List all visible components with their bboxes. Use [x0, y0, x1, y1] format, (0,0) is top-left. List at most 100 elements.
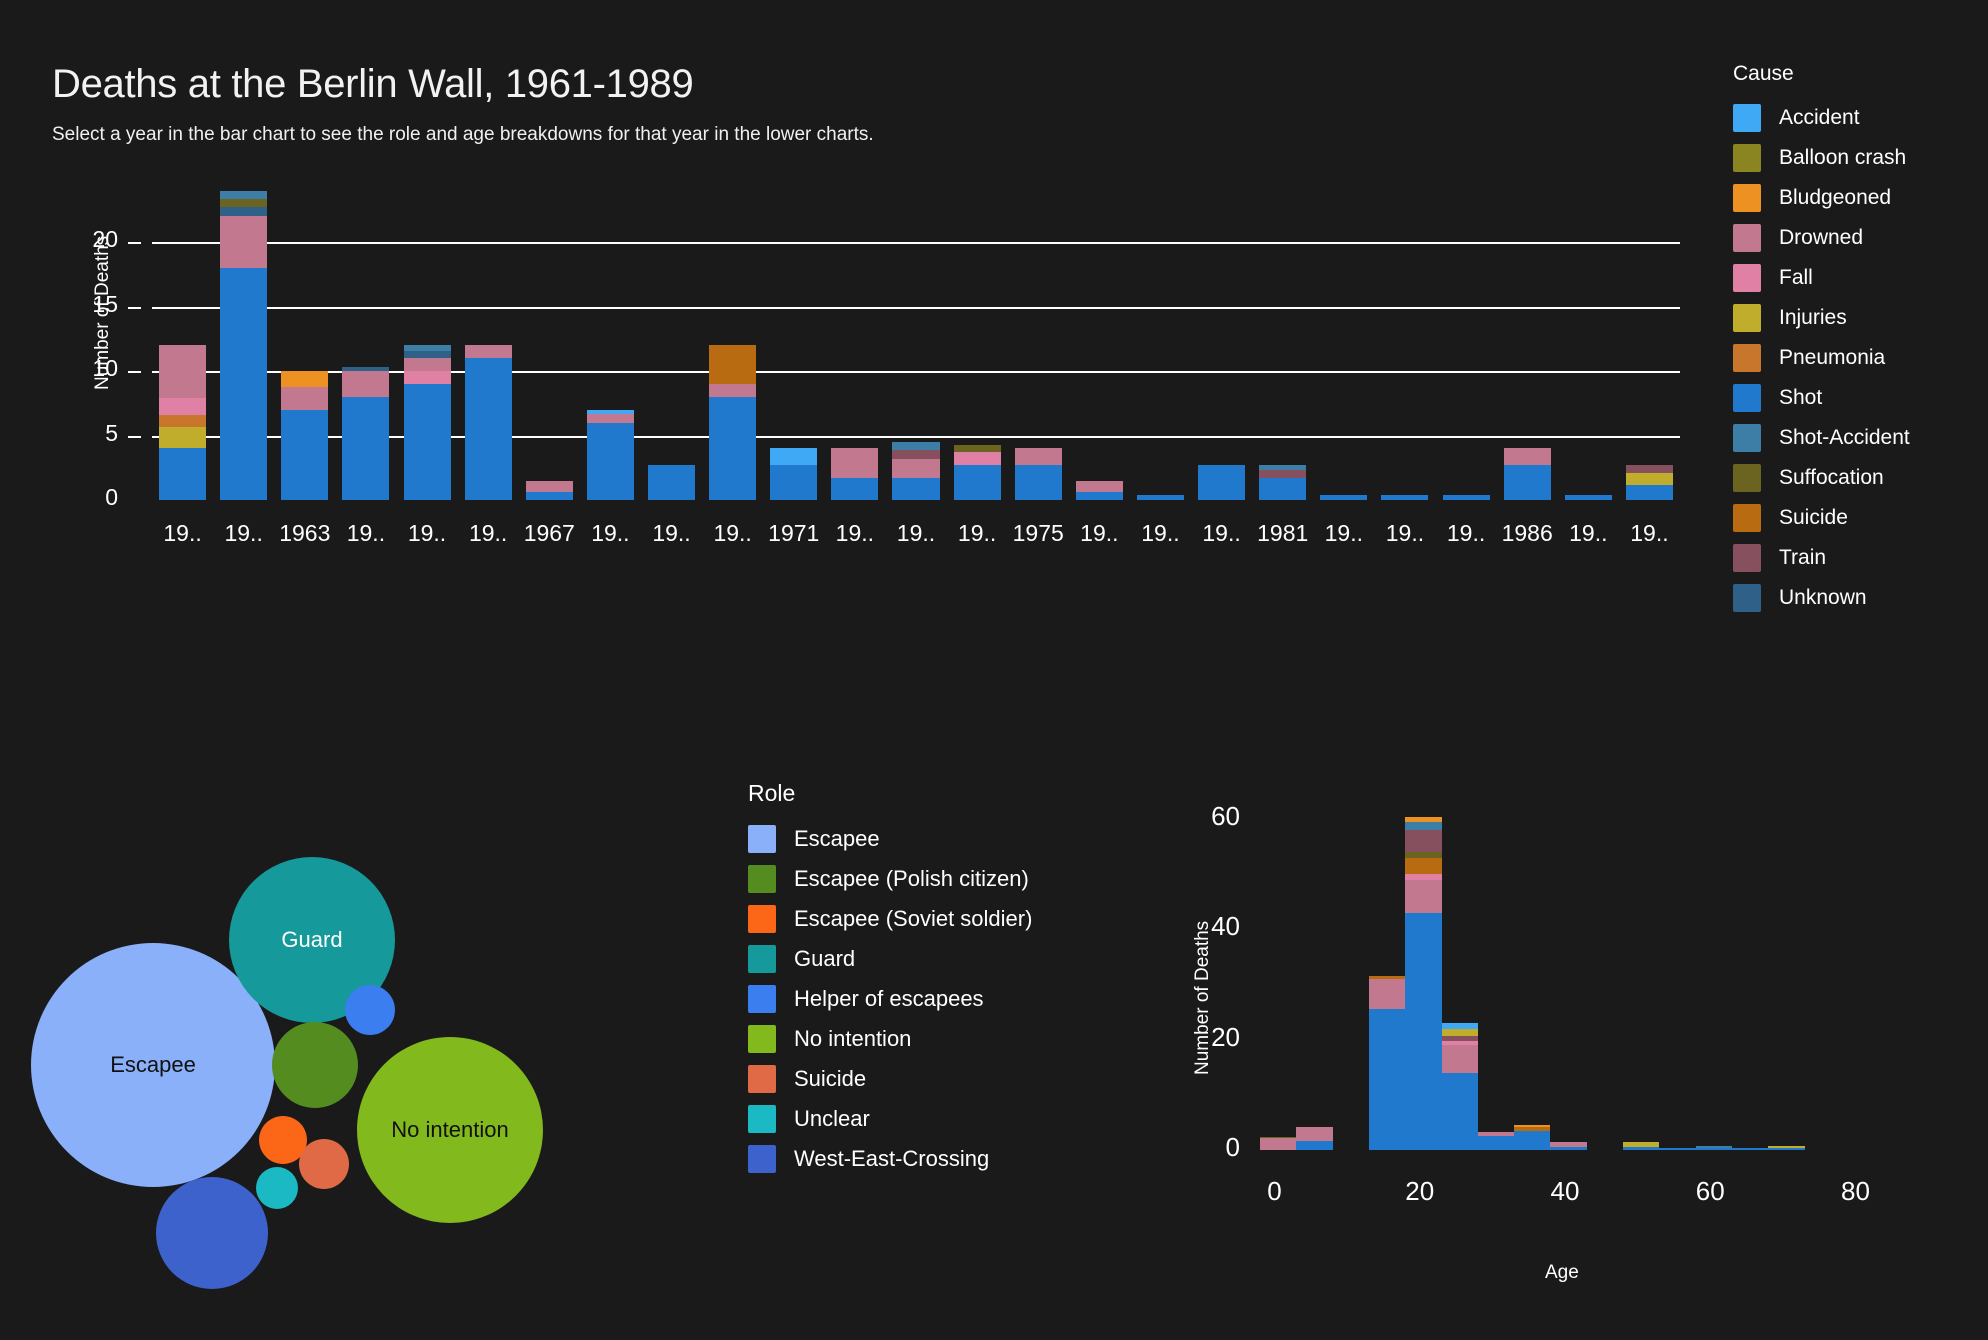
bar-chart-segment[interactable]	[159, 426, 207, 449]
bar-chart-segment[interactable]	[892, 442, 940, 451]
histogram-segment[interactable]	[1405, 817, 1442, 822]
bar-chart-segment[interactable]	[342, 371, 390, 397]
bar-chart-bar[interactable]	[1259, 210, 1307, 500]
histogram-segment[interactable]	[1441, 1028, 1478, 1036]
bar-chart-bar[interactable]	[1564, 210, 1612, 500]
histogram-segment[interactable]	[1368, 979, 1406, 1010]
bar-chart-bar[interactable]	[342, 210, 390, 500]
bar-chart-x-tick-label[interactable]: 19..	[580, 520, 641, 547]
histogram-bar[interactable]	[1623, 808, 1660, 1150]
bar-chart-x-tick-label[interactable]: 19..	[885, 520, 946, 547]
bar-chart-segment[interactable]	[220, 268, 268, 500]
histogram-segment[interactable]	[1405, 852, 1442, 858]
bar-chart-bar[interactable]	[647, 210, 696, 500]
cause-legend-item[interactable]: Suicide	[1733, 498, 1973, 538]
histogram-segment[interactable]	[1768, 1146, 1805, 1149]
bar-chart-bar[interactable]	[403, 210, 451, 500]
histogram-bar[interactable]	[1659, 808, 1696, 1150]
role-legend-item[interactable]: Unclear	[748, 1099, 1148, 1139]
bar-chart-segment[interactable]	[403, 345, 451, 352]
histogram-segment[interactable]	[1514, 1131, 1551, 1150]
bar-chart-segment[interactable]	[709, 345, 757, 384]
bar-chart-x-tick-label[interactable]: 19..	[1436, 520, 1497, 547]
histogram-segment[interactable]	[1477, 1135, 1515, 1150]
histogram-segment[interactable]	[1441, 1035, 1478, 1041]
bar-chart-x-tick-label[interactable]: 19..	[641, 520, 702, 547]
bar-chart-segment[interactable]	[1503, 448, 1551, 466]
role-legend-item[interactable]: Helper of escapees	[748, 979, 1148, 1019]
bar-chart-bar[interactable]	[1503, 210, 1551, 500]
cause-legend-item[interactable]: Suffocation	[1733, 458, 1973, 498]
bar-chart-segment[interactable]	[281, 371, 329, 387]
histogram-bar[interactable]	[1368, 808, 1406, 1150]
histogram-segment[interactable]	[1260, 1136, 1297, 1139]
bar-chart-segment[interactable]	[892, 450, 940, 459]
bar-chart-x-tick-label[interactable]: 19..	[824, 520, 885, 547]
bar-chart-segment[interactable]	[220, 216, 268, 268]
cause-legend-item[interactable]: Drowned	[1733, 218, 1973, 258]
bar-chart-segment[interactable]	[1625, 472, 1673, 485]
bar-chart-segment[interactable]	[770, 465, 818, 500]
bar-chart-x-tick-label[interactable]: 1975	[1008, 520, 1069, 547]
bar-chart-x-tick-label[interactable]: 1986	[1497, 520, 1558, 547]
role-bubble[interactable]: No intention	[357, 1037, 543, 1223]
bar-chart-bar[interactable]	[464, 210, 512, 500]
bar-chart-segment[interactable]	[647, 465, 696, 500]
deaths-by-age-histogram[interactable]: Number of Deaths Age 0 20 40 60 0 20 40 60 80	[1150, 760, 1988, 1283]
histogram-bar[interactable]	[1732, 808, 1769, 1150]
bar-chart-x-tick-label[interactable]: 1981	[1252, 520, 1313, 547]
histogram-segment[interactable]	[1623, 1141, 1660, 1147]
bar-chart-segment[interactable]	[403, 384, 451, 500]
bar-chart-segment[interactable]	[953, 452, 1001, 466]
bar-chart-segment[interactable]	[770, 448, 818, 466]
histogram-segment[interactable]	[1405, 830, 1442, 853]
cause-legend-item[interactable]: Shot	[1733, 378, 1973, 418]
bar-chart-segment[interactable]	[586, 409, 634, 414]
histogram-segment[interactable]	[1260, 1138, 1297, 1150]
histogram-bar[interactable]	[1260, 808, 1297, 1150]
bar-chart-segment[interactable]	[953, 465, 1001, 500]
bar-chart-x-tick-label[interactable]: 19..	[1374, 520, 1435, 547]
bar-chart-bar[interactable]	[586, 210, 634, 500]
histogram-segment[interactable]	[1296, 1126, 1333, 1141]
bar-chart-segment[interactable]	[1014, 465, 1062, 500]
bar-chart-segment[interactable]	[525, 480, 573, 493]
bar-chart-segment[interactable]	[403, 371, 451, 384]
role-legend-item[interactable]: Escapee (Soviet soldier)	[748, 899, 1148, 939]
bar-chart-x-tick-label[interactable]: 19..	[1619, 520, 1680, 547]
histogram-segment[interactable]	[1405, 912, 1442, 1150]
bar-chart-segment[interactable]	[159, 414, 207, 427]
bar-chart-bar[interactable]	[1014, 210, 1062, 500]
bar-chart-segment[interactable]	[1625, 484, 1673, 500]
bar-chart-x-tick-label[interactable]: 19..	[947, 520, 1008, 547]
cause-legend-item[interactable]: Fall	[1733, 258, 1973, 298]
bar-chart-segment[interactable]	[464, 345, 512, 359]
cause-legend-item[interactable]: Balloon crash	[1733, 138, 1973, 178]
role-bubble[interactable]	[345, 985, 395, 1035]
bar-chart-segment[interactable]	[281, 386, 329, 410]
bar-chart-segment[interactable]	[220, 190, 268, 200]
bar-chart-segment[interactable]	[586, 413, 634, 423]
histogram-segment[interactable]	[1768, 1148, 1805, 1150]
bar-chart-bar[interactable]	[525, 210, 573, 500]
bar-chart-x-tick-label[interactable]: 19..	[1558, 520, 1619, 547]
bar-chart-bar[interactable]	[1136, 210, 1184, 500]
histogram-bar[interactable]	[1695, 808, 1732, 1150]
bar-chart-segment[interactable]	[586, 422, 634, 500]
bar-chart-segment[interactable]	[220, 199, 268, 207]
bar-chart-x-tick-label[interactable]: 19..	[1069, 520, 1130, 547]
role-legend-item[interactable]: West-East-Crossing	[748, 1139, 1148, 1179]
role-bubble[interactable]	[272, 1022, 358, 1108]
bar-chart-bar[interactable]	[159, 210, 207, 500]
histogram-segment[interactable]	[1368, 976, 1406, 979]
bar-chart-bar[interactable]	[892, 210, 940, 500]
histogram-segment[interactable]	[1732, 1147, 1769, 1150]
bar-chart-x-tick-label[interactable]: 1963	[274, 520, 335, 547]
bar-chart-bar[interactable]	[1198, 210, 1246, 500]
histogram-segment[interactable]	[1659, 1148, 1696, 1150]
histogram-segment[interactable]	[1695, 1148, 1732, 1150]
cause-legend-item[interactable]: Pneumonia	[1733, 338, 1973, 378]
role-bubble[interactable]	[256, 1167, 298, 1209]
cause-legend-item[interactable]: Unknown	[1733, 578, 1973, 618]
role-bubble[interactable]	[299, 1139, 349, 1189]
